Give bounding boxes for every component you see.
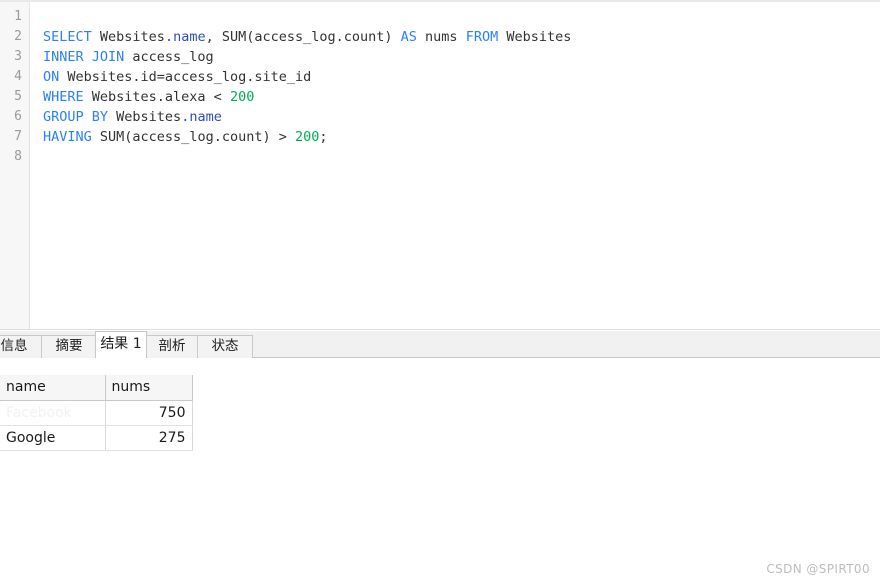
- code-token: GROUP BY: [43, 109, 109, 125]
- code-token: SELECT: [43, 29, 92, 45]
- code-line[interactable]: ON Websites.id=access_log.site_id: [43, 67, 880, 87]
- code-line[interactable]: WHERE Websites.alexa < 200: [43, 87, 880, 107]
- code-token: Websites: [91, 29, 165, 45]
- cell-nums[interactable]: 750: [105, 400, 193, 426]
- cell-name[interactable]: Facebook: [0, 400, 106, 426]
- code-line[interactable]: [43, 7, 880, 27]
- code-line[interactable]: SELECT Websites.name, SUM(access_log.cou…: [43, 27, 880, 47]
- table-row[interactable]: Facebook 750: [0, 400, 193, 426]
- cell-nums[interactable]: 275: [105, 425, 193, 451]
- code-token: Websites.id=access_log.site_id: [59, 69, 312, 85]
- tab-item-3[interactable]: 剖析: [146, 335, 198, 358]
- code-token: WHERE: [43, 89, 84, 105]
- table-row[interactable]: Google 275: [0, 425, 193, 451]
- code-token: .name: [164, 29, 206, 45]
- code-token: 200: [294, 129, 320, 145]
- column-header-nums[interactable]: nums: [105, 375, 193, 401]
- code-line[interactable]: INNER JOIN access_log: [43, 47, 880, 67]
- code-token: FROM: [465, 29, 499, 45]
- header-row: name nums: [0, 375, 193, 401]
- line-number-gutter: 1 2 3 4 5 6 7 8: [0, 2, 30, 330]
- line-number: 2: [14, 29, 22, 44]
- sql-editor-pane[interactable]: 12345678 SELECT Websites.name, SUM(acces…: [0, 0, 880, 330]
- tab-item-1[interactable]: 摘要: [41, 335, 97, 358]
- results-tabstrip: 信息 摘要 结果 1 剖析 状态: [0, 331, 880, 358]
- results-grid[interactable]: name nums Facebook 750 Google 275: [0, 375, 193, 451]
- code-token: Websites: [498, 29, 572, 45]
- results-grid-body[interactable]: Facebook 750 Google 275: [0, 400, 193, 451]
- code-token: nums: [416, 29, 466, 45]
- code-token: INNER JOIN: [43, 49, 125, 65]
- code-token: SUM(access_log.count) >: [91, 129, 295, 145]
- line-number: 8: [14, 149, 22, 164]
- sql-code-area[interactable]: SELECT Websites.name, SUM(access_log.cou…: [30, 2, 880, 330]
- cell-name[interactable]: Google: [0, 425, 106, 451]
- line-number: 3: [14, 49, 22, 64]
- tab-item-4[interactable]: 状态: [197, 335, 253, 358]
- code-token: Websites: [108, 109, 182, 125]
- code-token: .name: [181, 109, 222, 125]
- column-header-name[interactable]: name: [0, 375, 106, 401]
- line-number: 5: [14, 89, 22, 104]
- line-number: 1: [14, 9, 22, 24]
- code-line[interactable]: GROUP BY Websites.name: [43, 107, 880, 127]
- results-grid-header: name nums: [0, 375, 193, 401]
- code-token: access_log: [124, 49, 214, 65]
- editor-bottom-divider: [0, 329, 880, 330]
- code-token: ;: [319, 129, 328, 145]
- code-token: ON: [43, 69, 60, 85]
- code-token: HAVING: [43, 129, 92, 145]
- code-token: 200: [229, 89, 255, 105]
- line-number: 4: [14, 69, 22, 84]
- line-number: 7: [14, 129, 22, 144]
- code-token: AS: [400, 29, 417, 45]
- code-token: , SUM(access_log.count): [205, 29, 401, 45]
- code-line[interactable]: [43, 147, 880, 167]
- code-token: Websites.alexa <: [83, 89, 230, 105]
- watermark: CSDN @SPIRT00: [766, 562, 870, 576]
- tab-results[interactable]: 结果 1: [95, 331, 147, 358]
- code-line[interactable]: HAVING SUM(access_log.count) > 200;: [43, 127, 880, 147]
- tab-item-0[interactable]: 信息: [0, 335, 42, 358]
- line-number: 6: [14, 109, 22, 124]
